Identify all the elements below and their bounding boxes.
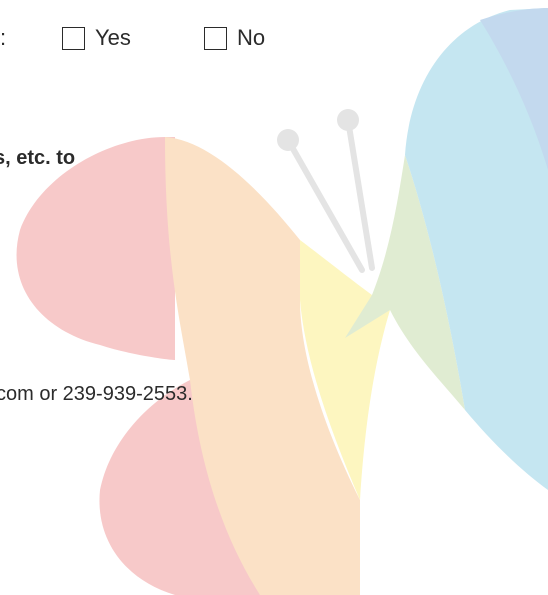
yes-label: Yes — [95, 25, 131, 50]
form-section: : Yes No s, etc. to com or 239-939-2553. — [0, 0, 548, 595]
instruction-text: s, etc. to — [0, 147, 76, 169]
contact-text: com or 239-939-2553. — [0, 383, 193, 405]
contact-line: com or 239-939-2553. — [0, 381, 290, 407]
yes-checkbox[interactable] — [62, 26, 85, 50]
no-checkbox[interactable] — [204, 26, 227, 50]
no-label: No — [237, 25, 266, 50]
instruction-bold-text: s, etc. to — [0, 145, 110, 171]
yes-option[interactable]: Yes — [62, 25, 131, 51]
no-option[interactable]: No — [204, 25, 265, 51]
question-tail-text: : — [0, 25, 7, 50]
